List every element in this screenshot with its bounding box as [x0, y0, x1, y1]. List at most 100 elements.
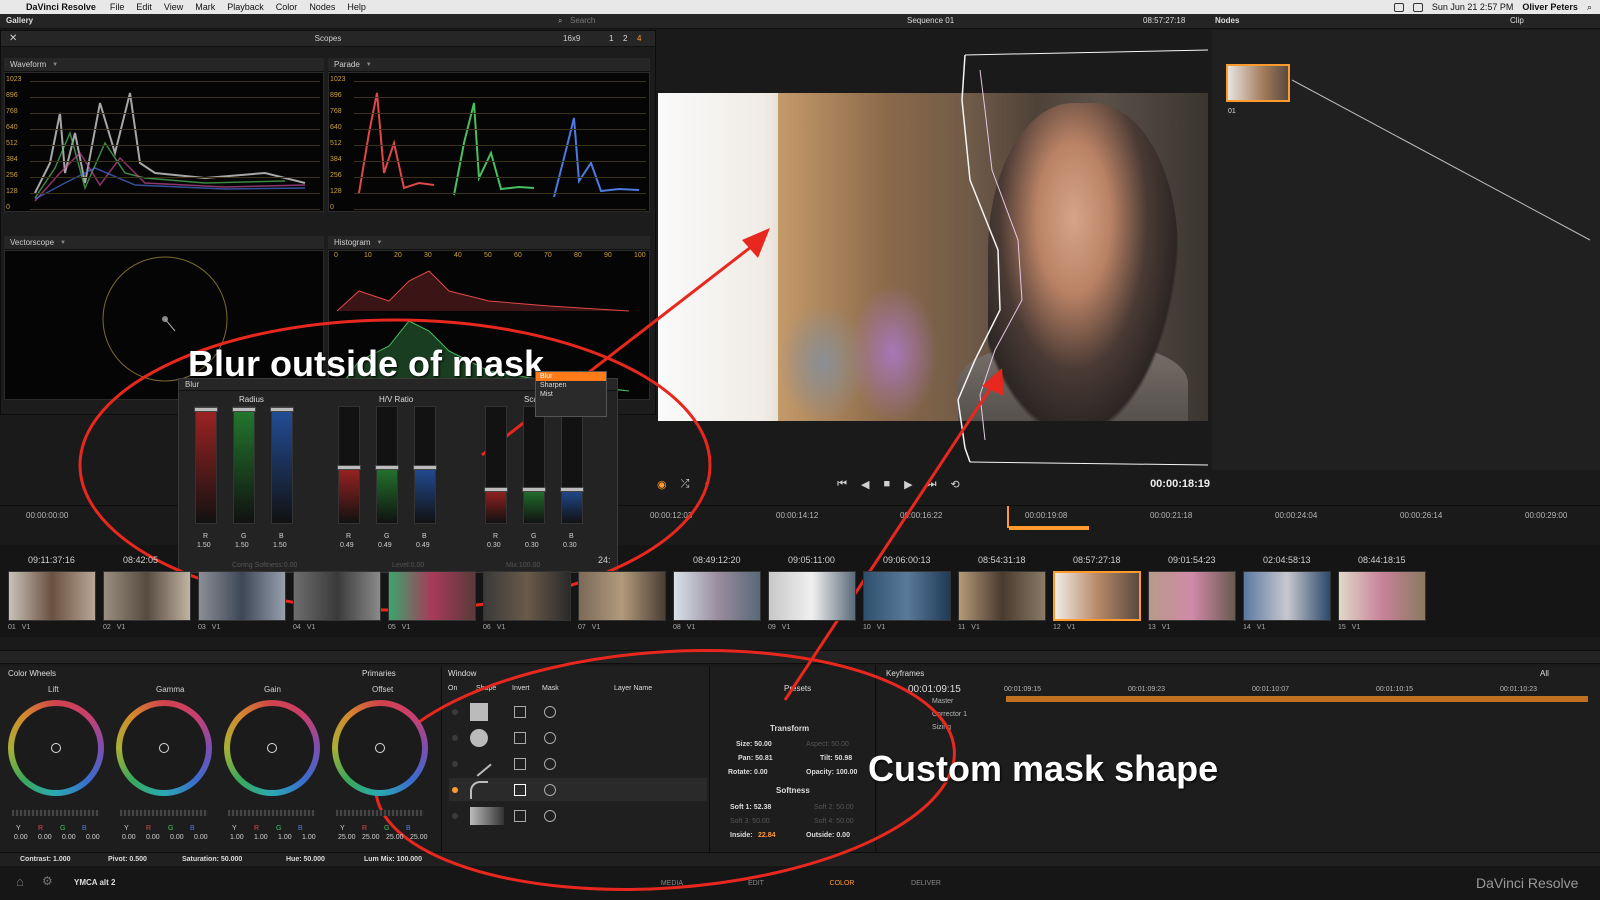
mask-toggle[interactable] [544, 810, 556, 822]
wheel-value[interactable]: 25.00 [386, 834, 404, 841]
clip-thumbnail[interactable] [483, 571, 571, 621]
slider-knob[interactable] [522, 487, 546, 492]
blur-value[interactable]: 1.50 [235, 542, 249, 549]
slider-knob[interactable] [484, 487, 508, 492]
master-wheel-slider[interactable] [120, 810, 208, 816]
scope-grid-line [30, 113, 320, 114]
blur-slider[interactable] [522, 406, 546, 524]
wheel-value[interactable]: 1.00 [254, 834, 270, 841]
wheel-values: 1.00 1.00 1.00 1.00 [230, 834, 318, 841]
clip-thumbnail[interactable] [768, 571, 856, 621]
wheel-value[interactable]: 0.00 [14, 834, 30, 841]
clip-thumbnail[interactable] [388, 571, 476, 621]
menu-mist[interactable]: Mist [536, 390, 606, 399]
curve-window-icon[interactable] [470, 781, 488, 799]
mask-toggle[interactable] [544, 784, 556, 796]
clip-thumbnail[interactable] [1338, 571, 1426, 621]
scope-tick-label: 896 [6, 92, 18, 99]
menu-blur[interactable]: Blur [536, 372, 606, 381]
blur-slider[interactable] [337, 406, 361, 524]
wheel-value[interactable]: 0.00 [38, 834, 54, 841]
slider-knob[interactable] [270, 407, 294, 412]
wheel-value[interactable]: 0.00 [170, 834, 186, 841]
blur-value[interactable]: 0.49 [340, 542, 354, 549]
linear-window-icon[interactable] [470, 703, 488, 721]
clip-thumbnail[interactable] [293, 571, 381, 621]
wheel-value[interactable]: 25.00 [362, 834, 380, 841]
blur-mode-dropdown[interactable]: Blur Sharpen Mist [535, 371, 607, 417]
blur-value[interactable]: 0.30 [487, 542, 501, 549]
blur-value[interactable]: 0.49 [416, 542, 430, 549]
invert-toggle[interactable] [514, 758, 526, 770]
wheel-center-handle[interactable] [159, 743, 169, 753]
blur-slider[interactable] [413, 406, 437, 524]
wheel-value[interactable]: 0.00 [122, 834, 138, 841]
wheel-value[interactable]: 1.00 [302, 834, 318, 841]
menu-sharpen[interactable]: Sharpen [536, 381, 606, 390]
mask-toggle[interactable] [544, 706, 556, 718]
wheel-center-handle[interactable] [267, 743, 277, 753]
window-enable-toggle[interactable] [452, 787, 458, 793]
wheel-value[interactable]: 1.00 [278, 834, 294, 841]
master-wheel-slider[interactable] [336, 810, 424, 816]
window-enable-toggle[interactable] [452, 761, 458, 767]
master-wheel-slider[interactable] [12, 810, 100, 816]
clip-thumbnail[interactable] [1148, 571, 1236, 621]
color-wheel-gain[interactable] [224, 700, 320, 796]
blur-value[interactable]: 1.50 [273, 542, 287, 549]
wheel-value[interactable]: 25.00 [410, 834, 428, 841]
clip-index: 02 [103, 624, 111, 631]
wheel-value[interactable]: 0.00 [194, 834, 210, 841]
clip-thumbnail[interactable] [958, 571, 1046, 621]
slider-knob[interactable] [413, 465, 437, 470]
slider-knob[interactable] [375, 465, 399, 470]
mask-toggle[interactable] [544, 732, 556, 744]
circle-window-icon[interactable] [470, 729, 488, 747]
blur-slider[interactable] [270, 406, 294, 524]
slider-knob[interactable] [337, 465, 361, 470]
color-wheel-offset[interactable] [332, 700, 428, 796]
master-wheel-slider[interactable] [228, 810, 316, 816]
clip-thumbnail[interactable] [103, 571, 191, 621]
window-enable-toggle[interactable] [452, 735, 458, 741]
invert-toggle[interactable] [514, 706, 526, 718]
invert-toggle[interactable] [514, 784, 526, 796]
window-enable-toggle[interactable] [452, 813, 458, 819]
clip-thumbnail[interactable] [673, 571, 761, 621]
blur-slider[interactable] [560, 406, 584, 524]
clip-thumbnail[interactable] [8, 571, 96, 621]
histogram-tick-label: 80 [574, 252, 582, 259]
blur-slider[interactable] [194, 406, 218, 524]
wheel-center-handle[interactable] [375, 743, 385, 753]
invert-toggle[interactable] [514, 732, 526, 744]
mask-toggle[interactable] [544, 758, 556, 770]
slider-knob[interactable] [560, 487, 584, 492]
slider-knob[interactable] [232, 407, 256, 412]
wheel-value[interactable]: 0.00 [86, 834, 102, 841]
window-enable-toggle[interactable] [452, 709, 458, 715]
clip-thumbnail[interactable] [198, 571, 286, 621]
clip-thumbnail[interactable] [578, 571, 666, 621]
wheel-value[interactable]: 1.00 [230, 834, 246, 841]
wheel-value[interactable]: 25.00 [338, 834, 356, 841]
blur-slider[interactable] [484, 406, 508, 524]
annotation-mask-text: Custom mask shape [868, 748, 1219, 789]
blur-value[interactable]: 1.50 [197, 542, 211, 549]
color-wheel-lift[interactable] [8, 700, 104, 796]
blur-value[interactable]: 0.49 [378, 542, 392, 549]
blur-value[interactable]: 0.30 [525, 542, 539, 549]
blur-value[interactable]: 0.30 [563, 542, 577, 549]
wheel-value[interactable]: 0.00 [146, 834, 162, 841]
custom-mask-outer[interactable] [957, 54, 1001, 463]
gradient-window-icon[interactable] [470, 807, 504, 825]
clip-thumbnail[interactable] [863, 571, 951, 621]
clip-thumbnail[interactable] [1053, 571, 1141, 621]
slider-knob[interactable] [194, 407, 218, 412]
blur-slider[interactable] [232, 406, 256, 524]
color-wheel-gamma[interactable] [116, 700, 212, 796]
clip-thumbnail[interactable] [1243, 571, 1331, 621]
blur-slider[interactable] [375, 406, 399, 524]
wheel-value[interactable]: 0.00 [62, 834, 78, 841]
wheel-center-handle[interactable] [51, 743, 61, 753]
invert-toggle[interactable] [514, 810, 526, 822]
